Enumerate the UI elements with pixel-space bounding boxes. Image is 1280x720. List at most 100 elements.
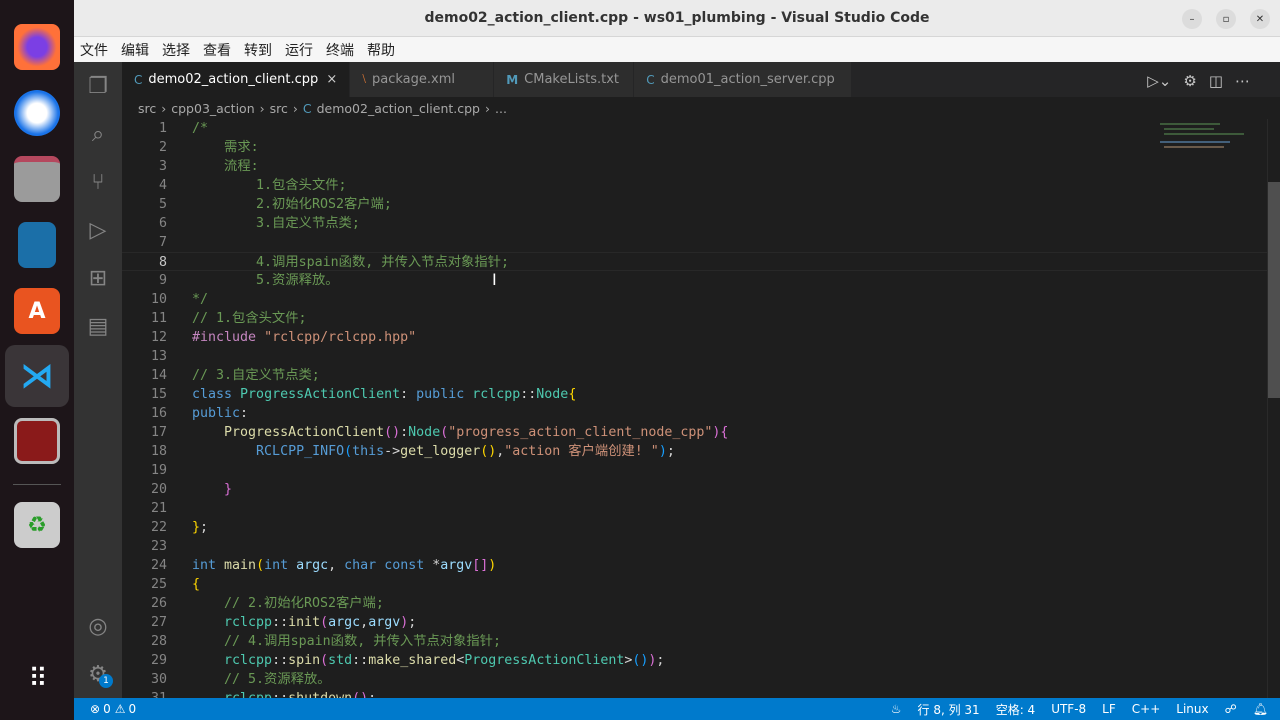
explorer-icon[interactable]: ❐: [74, 62, 122, 110]
code-line[interactable]: 26 // 2.初始化ROS2客户端;: [122, 594, 1267, 613]
code-token: 1.包含头文件;: [192, 178, 347, 193]
code-line[interactable]: 23: [122, 537, 1267, 556]
menu-view[interactable]: 查看: [203, 40, 231, 60]
code-text: public:: [192, 404, 248, 423]
more-actions-icon[interactable]: ⋯: [1235, 72, 1250, 90]
code-line[interactable]: 19: [122, 461, 1267, 480]
code-token: ::: [352, 653, 369, 668]
breadcrumb-item[interactable]: ...: [495, 101, 507, 116]
menu-selection[interactable]: 选择: [162, 40, 190, 60]
feedback-icon[interactable]: ☍: [1225, 702, 1237, 716]
run-file-icon[interactable]: ▷⌄: [1147, 72, 1171, 90]
tab-cmakelists[interactable]: M CMakeLists.txt: [494, 62, 635, 97]
flame-icon[interactable]: ♨: [891, 702, 902, 716]
settings-icon[interactable]: ⚙: [1183, 72, 1196, 90]
scrollbar-thumb[interactable]: [1268, 182, 1280, 398]
code-line[interactable]: 5 2.初始化ROS2客户端;: [122, 195, 1267, 214]
code-line[interactable]: 7: [122, 233, 1267, 252]
code-line[interactable]: 1 /*: [122, 119, 1267, 138]
indentation[interactable]: 空格: 4: [996, 701, 1036, 718]
code-line[interactable]: 8 4.调用spain函数, 并传入节点对象指针;: [122, 252, 1267, 271]
code-line[interactable]: 18 RCLCPP_INFO(this->get_logger(),"actio…: [122, 442, 1267, 461]
code-line[interactable]: 20 }: [122, 480, 1267, 499]
menu-edit[interactable]: 编辑: [121, 40, 149, 60]
menu-file[interactable]: 文件: [80, 40, 108, 60]
end-of-line[interactable]: LF: [1102, 702, 1116, 716]
code-line[interactable]: 30 // 5.资源释放。: [122, 670, 1267, 689]
code-token: []: [472, 558, 489, 573]
code-line[interactable]: 3 流程:: [122, 157, 1267, 176]
code-line[interactable]: 31 rclcpp::shutdown();: [122, 689, 1267, 698]
code-line[interactable]: 6 3.自定义节点类;: [122, 214, 1267, 233]
remote-explorer-icon[interactable]: ▤: [74, 302, 122, 350]
code-line[interactable]: 2 需求:: [122, 138, 1267, 157]
warnings-icon[interactable]: ⚠: [115, 702, 126, 716]
platform[interactable]: Linux: [1176, 702, 1208, 716]
menu-go[interactable]: 转到: [244, 40, 272, 60]
vscode-icon[interactable]: ⋊: [14, 353, 60, 399]
minimap[interactable]: [1150, 119, 1267, 189]
cursor-position[interactable]: 行 8, 列 31: [918, 701, 980, 718]
code-line[interactable]: 10 */: [122, 290, 1267, 309]
trash-icon[interactable]: ♻: [14, 502, 60, 548]
libreoffice-writer-icon[interactable]: [18, 222, 56, 268]
minimize-button[interactable]: –: [1182, 9, 1202, 29]
code-line[interactable]: 15 class ProgressActionClient: public rcl…: [122, 385, 1267, 404]
code-line[interactable]: 11 // 1.包含头文件;: [122, 309, 1267, 328]
maximize-button[interactable]: ▫: [1216, 9, 1236, 29]
code-line[interactable]: 13: [122, 347, 1267, 366]
split-editor-icon[interactable]: ◫: [1209, 72, 1223, 90]
tab-demo01-action-server[interactable]: C demo01_action_server.cpp: [634, 62, 853, 97]
tab-demo02-action-client[interactable]: C demo02_action_client.cpp ×: [122, 62, 351, 97]
code-line[interactable]: 16 public:: [122, 404, 1267, 423]
warnings-count[interactable]: 0: [128, 702, 136, 716]
line-number: 7: [158, 235, 167, 250]
breadcrumb-item[interactable]: demo02_action_client.cpp: [317, 101, 480, 116]
code-token: ,: [328, 558, 345, 573]
code-line[interactable]: 12 #include "rclcpp/rclcpp.hpp": [122, 328, 1267, 347]
breadcrumb-item[interactable]: src: [270, 101, 288, 116]
files-icon[interactable]: [14, 156, 60, 202]
menu-run[interactable]: 运行: [285, 40, 313, 60]
code-line[interactable]: 28 // 4.调用spain函数, 并传入节点对象指针;: [122, 632, 1267, 651]
tab-package-xml[interactable]: ⧵ package.xml: [350, 62, 495, 97]
code-text: };: [192, 518, 208, 537]
breadcrumb-item[interactable]: cpp03_action: [171, 101, 254, 116]
notifications-bell-icon[interactable]: 🔔︎: [1253, 702, 1268, 716]
code-line[interactable]: 29 rclcpp::spin(std::make_shared<Progres…: [122, 651, 1267, 670]
line-number: 23: [150, 539, 167, 554]
search-icon[interactable]: ⌕: [74, 110, 122, 158]
settings-gear-icon[interactable]: ⚙: [74, 650, 122, 698]
show-apps-icon[interactable]: ⠿: [14, 656, 60, 702]
firefox-icon[interactable]: [14, 24, 60, 70]
line-number: 16: [150, 406, 167, 421]
code-line[interactable]: 17 ProgressActionClient():Node("progress…: [122, 423, 1267, 442]
code-line[interactable]: 24 int main(int argc, char const *argv[]): [122, 556, 1267, 575]
code-line[interactable]: 25 {: [122, 575, 1267, 594]
code-line[interactable]: 14 // 3.自定义节点类;: [122, 366, 1267, 385]
extensions-icon[interactable]: ⊞: [74, 254, 122, 302]
status-bar: ⊗ 0 ⚠ 0 ♨ 行 8, 列 31 空格: 4 UTF-8 LF C++ L…: [74, 698, 1280, 720]
terminal-icon[interactable]: [14, 418, 60, 464]
code-line[interactable]: 21: [122, 499, 1267, 518]
code-token: ,: [360, 615, 369, 630]
code-line[interactable]: 9 5.资源释放。: [122, 271, 1267, 290]
menu-help[interactable]: 帮助: [367, 40, 395, 60]
breadcrumb-item[interactable]: src: [138, 101, 156, 116]
account-icon[interactable]: ◎: [74, 602, 122, 650]
code-editor[interactable]: 1/* 2 需求: 3 流程: 4 1.包含头文件; 5 2.初始化ROS2客户端; 6 …: [122, 119, 1267, 698]
errors-count[interactable]: 0: [103, 702, 111, 716]
code-line[interactable]: 22};: [122, 518, 1267, 537]
encoding[interactable]: UTF-8: [1051, 702, 1086, 716]
code-line[interactable]: 27 rclcpp::init(argc,argv);: [122, 613, 1267, 632]
errors-icon[interactable]: ⊗: [90, 702, 100, 716]
code-line[interactable]: 4 1.包含头文件;: [122, 176, 1267, 195]
run-debug-icon[interactable]: ▷: [74, 206, 122, 254]
menu-terminal[interactable]: 终端: [326, 40, 354, 60]
thunderbird-icon[interactable]: [14, 90, 60, 136]
language-mode[interactable]: C++: [1132, 702, 1161, 716]
close-button[interactable]: ✕: [1250, 9, 1270, 29]
source-control-icon[interactable]: ⑂: [74, 158, 122, 206]
app-center-icon[interactable]: A: [14, 288, 60, 334]
tab-close-icon[interactable]: ×: [326, 72, 337, 87]
